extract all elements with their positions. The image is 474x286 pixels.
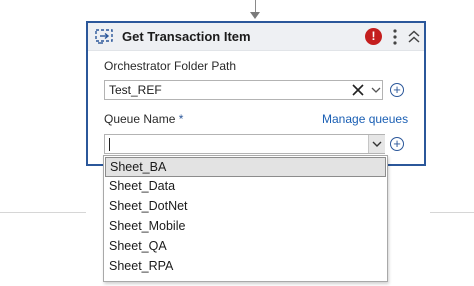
dropdown-option[interactable]: Sheet_DotNet [105,197,386,217]
chevron-down-icon[interactable] [371,86,381,94]
folder-path-label: Orchestrator Folder Path [104,59,237,73]
canvas-divider [0,212,86,213]
dropdown-option[interactable]: Sheet_Data [105,177,386,197]
dropdown-option[interactable]: Sheet_Mobile [105,217,386,237]
collapse-up-icon[interactable] [408,30,420,44]
queue-dropdown-toggle[interactable] [368,135,385,153]
activity-card[interactable]: Get Transaction Item ! Orchestrator Fold… [86,21,426,166]
dropdown-option[interactable]: Sheet_QA [105,237,386,257]
folder-path-value: Test_REF [109,83,162,97]
add-queue-variable-icon[interactable]: + [390,137,404,151]
validation-error-icon[interactable]: ! [365,28,382,45]
activity-header[interactable]: Get Transaction Item ! [88,23,424,51]
add-folder-variable-icon[interactable]: + [390,83,404,97]
queue-name-input[interactable] [104,134,385,154]
dropdown-option[interactable]: Sheet_BA [105,157,386,177]
activity-title: Get Transaction Item [122,29,251,44]
required-marker: * [178,112,184,126]
chevron-down-icon[interactable] [372,140,382,148]
canvas-divider [430,212,474,213]
queue-name-label: Queue Name * [104,112,184,126]
queue-dropdown-list[interactable]: Sheet_BA Sheet_Data Sheet_DotNet Sheet_M… [103,155,388,282]
more-vertical-icon[interactable] [390,28,400,46]
clear-icon[interactable] [352,84,364,96]
connector-arrow-icon [250,12,260,19]
dropdown-option[interactable]: Sheet_RPA [105,257,386,277]
text-cursor [109,138,110,151]
folder-path-input[interactable]: Test_REF [104,80,383,100]
transaction-item-icon [95,29,113,44]
manage-queues-link[interactable]: Manage queues [322,112,408,126]
